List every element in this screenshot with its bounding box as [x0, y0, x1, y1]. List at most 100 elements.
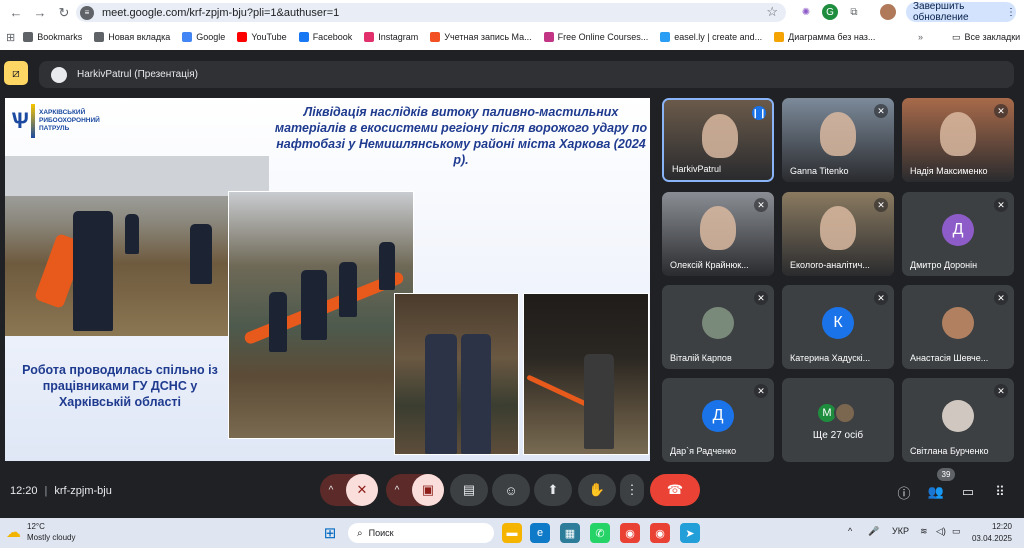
back-icon[interactable]: ←: [4, 2, 28, 24]
participant-tile[interactable]: Надія Максименко ✕: [902, 98, 1014, 182]
activities-grid-icon[interactable]: ⠿: [992, 484, 1008, 500]
more-bookmarks-icon[interactable]: »: [918, 32, 923, 42]
worker-figure: [73, 211, 113, 331]
whatsapp-icon[interactable]: ✆: [590, 523, 610, 543]
tray-mic-icon[interactable]: 🎤: [868, 526, 879, 537]
meeting-time: 12:20: [10, 485, 38, 497]
chrome-profile-icon[interactable]: ◉: [650, 523, 670, 543]
reactions-button[interactable]: ☺: [492, 474, 530, 506]
forward-icon[interactable]: →: [28, 2, 52, 24]
present-screen-button[interactable]: ⬆: [534, 474, 572, 506]
chrome-icon[interactable]: ◉: [620, 523, 640, 543]
store-icon[interactable]: ▦: [560, 523, 580, 543]
bookmark-item[interactable]: easel.ly | create and...: [660, 32, 762, 42]
photo-sky: [5, 156, 269, 196]
participant-name: Дар`я Радченко: [670, 446, 737, 456]
bookmark-favicon-icon: [430, 32, 441, 42]
participant-tile[interactable]: HarkivPatrul ❙❙: [662, 98, 774, 182]
telegram-icon[interactable]: ➤: [680, 523, 700, 543]
bookmark-item[interactable]: Диаграмма без наз...: [774, 32, 875, 42]
bookmark-favicon-icon: [298, 32, 309, 42]
camera-control[interactable]: ^ ▣: [386, 474, 444, 506]
bookmark-favicon-icon: [182, 32, 193, 42]
participant-tile[interactable]: К Катерина Хадускі... ✕: [782, 285, 894, 369]
mic-options-chevron-icon[interactable]: ^: [320, 485, 342, 496]
reload-icon[interactable]: ↻: [52, 2, 76, 24]
leave-call-button[interactable]: ☎: [650, 474, 700, 506]
menu-dots-icon[interactable]: ⋮: [1006, 7, 1016, 18]
bookmark-item[interactable]: Facebook: [298, 32, 352, 42]
battery-icon[interactable]: ▭: [952, 526, 961, 537]
system-clock[interactable]: 12:20 03.04.2025: [968, 521, 1012, 545]
participant-tile[interactable]: Д Дмитро Доронін ✕: [902, 192, 1014, 276]
participant-avatar: Д: [942, 214, 974, 246]
participant-tile[interactable]: Еколого-аналітич... ✕: [782, 192, 894, 276]
camera-off-icon[interactable]: ▣: [412, 474, 444, 506]
url-text[interactable]: meet.google.com/krf-zpjm-bju?pli=1&authu…: [102, 7, 339, 19]
bookmark-label: Google: [196, 32, 226, 42]
participant-tile[interactable]: Світлана Бурченко ✕: [902, 378, 1014, 462]
participant-tile[interactable]: Ganna Titenko ✕: [782, 98, 894, 182]
participant-tile[interactable]: Д Дар`я Радченко ✕: [662, 378, 774, 462]
worker-figure: [269, 292, 287, 352]
taskbar-search[interactable]: ⌕ Поиск: [348, 523, 494, 543]
bookmark-star-icon[interactable]: ☆: [766, 4, 778, 20]
bookmark-item[interactable]: Free Online Courses...: [543, 32, 648, 42]
meeting-info: 12:20 | krf-zpjm-bju: [10, 485, 112, 497]
edge-browser-icon[interactable]: e: [530, 523, 550, 543]
participant-tile[interactable]: Анастасія Шевче... ✕: [902, 285, 1014, 369]
volume-icon[interactable]: ◁): [936, 526, 946, 537]
address-bar[interactable]: ≡ meet.google.com/krf-zpjm-bju?pli=1&aut…: [76, 3, 786, 22]
windows-start-icon[interactable]: ⊞: [320, 523, 340, 543]
wifi-icon[interactable]: ≋: [920, 526, 928, 537]
cloud-sun-icon: ☁: [6, 524, 21, 541]
more-participants-label: Ще 27 осіб: [812, 430, 864, 441]
captions-icon: ▤: [462, 482, 476, 497]
keyboard-language[interactable]: УКР: [892, 526, 909, 536]
more-vert-icon: ⋮: [625, 482, 639, 497]
raise-hand-button[interactable]: ✋: [578, 474, 616, 506]
bookmarks-bar: ⊞ Bookmarks Новая вкладка Google YouTube Fac…: [0, 26, 1024, 48]
mic-off-icon[interactable]: ✕: [346, 474, 378, 506]
bookmark-favicon-icon: [237, 32, 248, 42]
file-explorer-icon[interactable]: ▬: [502, 523, 522, 543]
tray-chevron-icon[interactable]: ^: [848, 526, 852, 536]
bookmark-item[interactable]: YouTube: [237, 32, 287, 42]
slide-title: Ліквідація наслідків витоку паливно-маст…: [274, 105, 648, 167]
others-avatar: [834, 402, 856, 424]
presentation-indicator-icon[interactable]: ⧄: [4, 61, 28, 85]
participant-name: Анастасія Шевче...: [910, 353, 989, 363]
participant-tile[interactable]: Олексій Крайнюк... ✕: [662, 192, 774, 276]
weather-widget[interactable]: ☁ 12°C Mostly cloudy: [6, 521, 75, 543]
extensions-icon[interactable]: ⧉: [846, 4, 862, 20]
meeting-code: krf-zpjm-bju: [54, 485, 112, 497]
bookmark-item[interactable]: Bookmarks: [23, 32, 82, 42]
participant-tile[interactable]: Віталій Карпов ✕: [662, 285, 774, 369]
more-options-button[interactable]: ⋮: [620, 474, 644, 506]
extension-puzzle-icon[interactable]: ✺: [798, 4, 814, 20]
microphone-control[interactable]: ^ ✕: [320, 474, 378, 506]
presentation-slide: Ѱ ХАРКІВСЬКИЙ РИБООХОРОННИЙ ПАТРУЛЬ Лікв…: [5, 98, 650, 461]
mic-muted-icon: ✕: [874, 198, 888, 212]
apps-grid-icon[interactable]: ⊞: [6, 31, 15, 44]
site-info-icon[interactable]: ≡: [80, 5, 94, 20]
bookmark-item[interactable]: Google: [182, 32, 225, 42]
participant-name: Світлана Бурченко: [910, 446, 989, 456]
bookmark-item[interactable]: Учетная запись Ма...: [430, 32, 532, 42]
update-browser-button[interactable]: Завершить обновление ⋮: [906, 1, 1016, 23]
bookmark-item[interactable]: Новая вкладка: [94, 32, 170, 42]
chat-icon[interactable]: ▭: [960, 484, 976, 500]
all-bookmarks-folder[interactable]: ▭ Все закладки: [952, 32, 1020, 43]
people-icon[interactable]: 👥: [928, 484, 944, 500]
bookmark-item[interactable]: Instagram: [364, 32, 418, 42]
grammarly-extension-icon[interactable]: G: [822, 4, 838, 20]
folder-icon: ▭: [952, 31, 961, 42]
camera-options-chevron-icon[interactable]: ^: [386, 485, 408, 496]
profile-avatar[interactable]: [880, 4, 896, 20]
captions-button[interactable]: ▤: [450, 474, 488, 506]
mic-muted-icon: ✕: [874, 104, 888, 118]
mic-muted-icon: ✕: [994, 104, 1008, 118]
bookmark-favicon-icon: [23, 32, 34, 42]
participant-tile[interactable]: М Ще 27 осіб: [782, 378, 894, 462]
meeting-details-info-icon[interactable]: ⓘ: [896, 484, 912, 501]
